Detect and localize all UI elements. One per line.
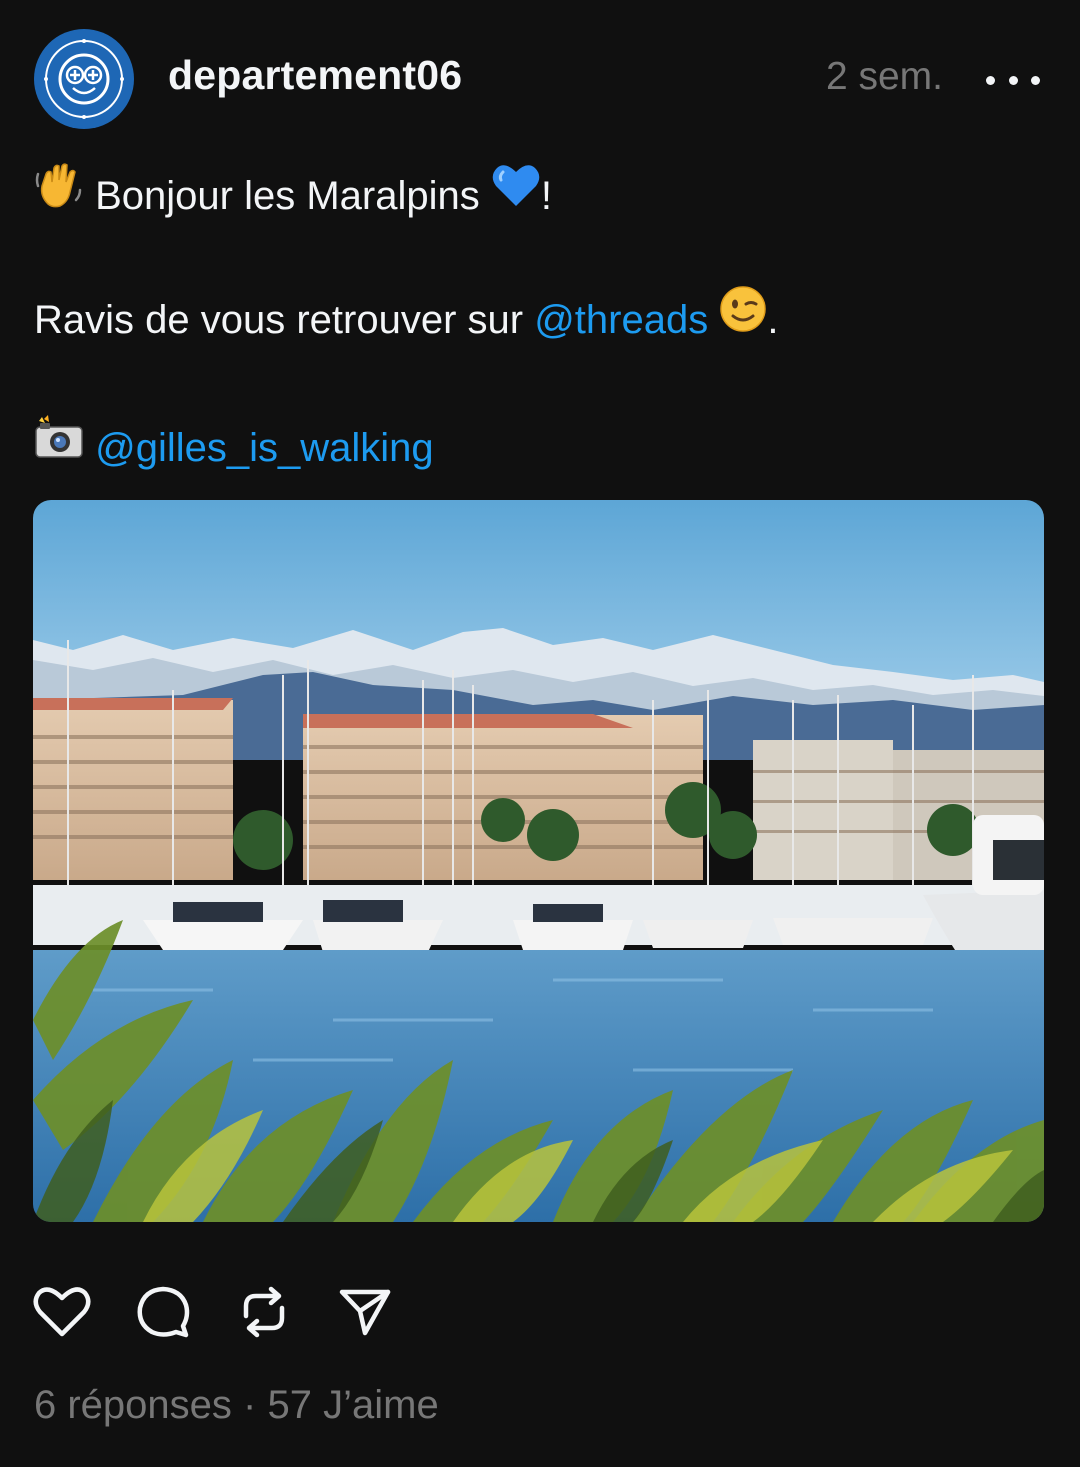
comment-icon bbox=[137, 1286, 190, 1338]
caption-line-threads: Ravis de vous retrouver sur @threads . bbox=[34, 285, 1044, 352]
stats-separator: · bbox=[243, 1383, 257, 1427]
repost-icon bbox=[243, 1286, 285, 1338]
post-timestamp: 2 sem. bbox=[825, 55, 943, 98]
mention-link-threads[interactable]: @threads bbox=[534, 298, 708, 342]
camera-flash-icon bbox=[34, 414, 84, 478]
author-username[interactable]: departement06 bbox=[168, 52, 462, 99]
more-icon bbox=[986, 75, 995, 85]
reply-button[interactable] bbox=[131, 1280, 195, 1344]
mention-link-photographer[interactable]: @gilles_is_walking bbox=[95, 426, 434, 470]
more-options-button[interactable] bbox=[986, 60, 1040, 100]
waving-hand-icon bbox=[34, 160, 84, 229]
share-button[interactable] bbox=[333, 1280, 397, 1344]
more-icon-dot bbox=[1031, 75, 1040, 85]
blue-heart-icon bbox=[491, 162, 541, 227]
post-caption: Bonjour les Maralpins ! Ravis de vous re… bbox=[34, 160, 1044, 480]
replies-count[interactable]: 6 réponses bbox=[34, 1383, 232, 1427]
likes-count[interactable]: 57 J’aime bbox=[268, 1383, 439, 1427]
caption-suffix: . bbox=[767, 298, 779, 342]
send-icon bbox=[339, 1289, 391, 1336]
winking-face-icon bbox=[719, 285, 767, 352]
more-icon-dot bbox=[1008, 75, 1018, 85]
post-actions bbox=[30, 1280, 430, 1344]
post-photo[interactable] bbox=[33, 500, 1044, 1222]
caption-line-greeting: Bonjour les Maralpins ! bbox=[34, 162, 1044, 228]
post-stats: 6 réponses · 57 J’aime bbox=[34, 1383, 439, 1428]
caption-text: Ravis de vous retrouver sur bbox=[34, 298, 535, 342]
heart-icon bbox=[33, 1287, 91, 1337]
like-button[interactable] bbox=[30, 1280, 94, 1344]
avatar[interactable] bbox=[33, 28, 135, 130]
caption-greeting-suffix: ! bbox=[540, 174, 553, 219]
departement-logo-icon bbox=[34, 29, 134, 129]
post-header: departement06 2 sem. bbox=[0, 0, 1080, 160]
caption-line-credit: @gilles_is_walking bbox=[34, 414, 1044, 480]
repost-button[interactable] bbox=[232, 1280, 296, 1344]
harbor-photo-image bbox=[33, 500, 1044, 1222]
caption-greeting-text: Bonjour les Maralpins bbox=[95, 174, 480, 219]
